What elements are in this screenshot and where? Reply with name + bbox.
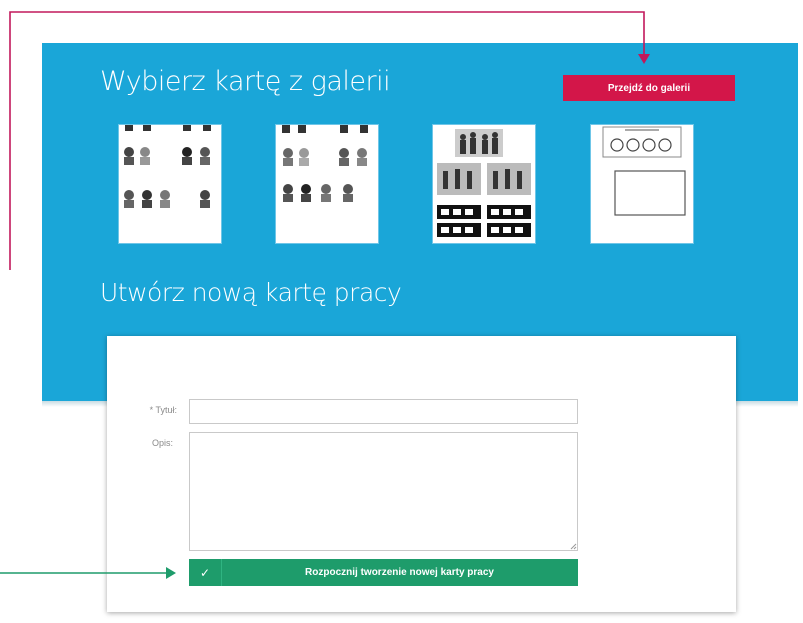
gallery-thumbnail-4[interactable] — [590, 124, 694, 244]
go-to-gallery-button[interactable]: Przejdź do galerii — [563, 75, 735, 101]
gallery-thumbnail-2[interactable] — [275, 124, 379, 244]
gallery-thumbnail-1[interactable] — [118, 124, 222, 244]
title-input[interactable] — [189, 399, 578, 424]
sports-scenes-worksheet-icon — [437, 129, 531, 237]
gallery-thumbnail-3[interactable] — [432, 124, 536, 244]
resize-grip-icon[interactable] — [570, 543, 577, 550]
check-icon: ✓ — [189, 559, 222, 586]
description-label: Opis: — [151, 438, 173, 448]
people-faces-worksheet-2-icon — [282, 125, 368, 202]
symbols-box-worksheet-icon — [602, 126, 686, 216]
people-faces-worksheet-icon — [124, 125, 211, 208]
start-button-label: Rozpocznij tworzenie nowej karty pracy — [305, 567, 494, 578]
start-new-worksheet-button[interactable]: ✓ Rozpocznij tworzenie nowej karty pracy — [189, 559, 578, 586]
create-worksheet-title: Utwórz nową kartę pracy — [100, 278, 402, 307]
description-textarea[interactable] — [189, 432, 578, 551]
title-label: * Tytuł: — [149, 405, 177, 415]
gallery-title: Wybierz kartę z galerii — [100, 66, 391, 97]
